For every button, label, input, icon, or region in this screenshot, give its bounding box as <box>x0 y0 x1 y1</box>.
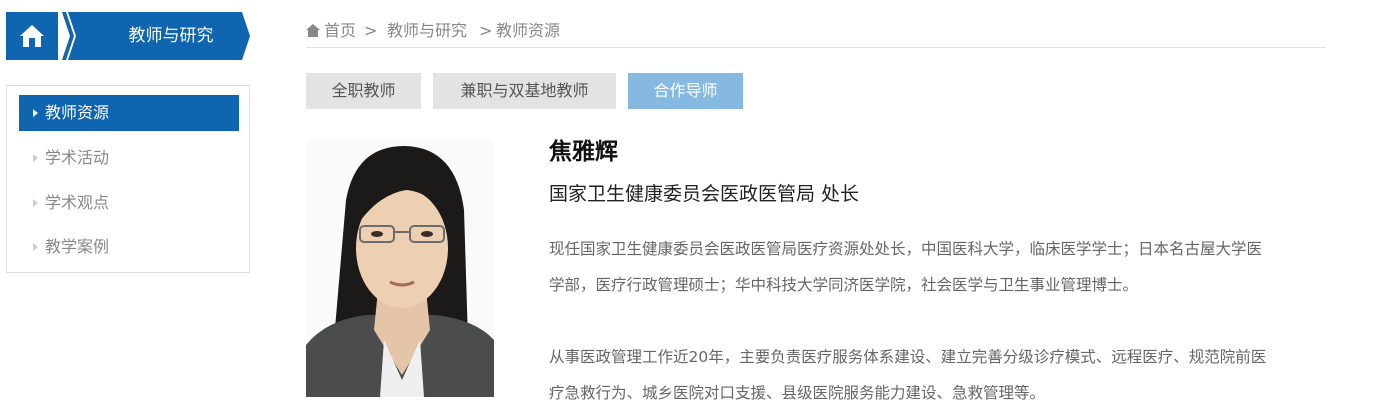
sidebar: 教师资源 学术活动 学术观点 教学案例 <box>6 85 250 273</box>
breadcrumb-current: 教师资源 <box>496 21 561 40</box>
profile-bio-line: 现任国家卫生健康委员会医政医管局医疗资源处处长，中国医科大学，临床医学学士；日本… <box>549 240 1263 258</box>
home-icon[interactable] <box>18 23 46 49</box>
profile-bio-line: 学部，医疗行政管理硕士；华中科技大学同济医学院，社会医学与卫生事业管理博士。 <box>549 276 1139 294</box>
home-icon <box>306 24 320 37</box>
sidebar-item-label: 学术观点 <box>45 193 110 212</box>
tab-full-time-teachers[interactable]: 全职教师 <box>306 73 421 109</box>
portrait-image <box>306 140 494 397</box>
profile-bio-line: 疗急救行为、城乡医院对口支援、县级医院服务能力建设、急救管理等。 <box>549 384 1046 402</box>
chevron-right-icon <box>33 154 38 162</box>
breadcrumb-separator: > <box>364 21 378 40</box>
section-title: 教师与研究 <box>128 26 214 46</box>
breadcrumb-separator: > <box>479 21 493 40</box>
breadcrumb: 首页 > 教师与研究 > 教师资源 <box>306 20 1326 48</box>
sidebar-item-label: 学术活动 <box>45 148 110 167</box>
profile-name: 焦雅辉 <box>549 139 618 165</box>
chevron-right-icon <box>33 109 38 117</box>
sidebar-item-label: 教师资源 <box>45 103 110 122</box>
sidebar-item-academic-activities[interactable]: 学术活动 <box>19 140 239 176</box>
tab-part-time-teachers[interactable]: 兼职与双基地教师 <box>433 73 616 109</box>
sidebar-item-teacher-resources[interactable]: 教师资源 <box>19 95 239 131</box>
tab-cooperative-supervisors[interactable]: 合作导师 <box>628 73 743 109</box>
chevron-right-icon <box>33 243 38 251</box>
sidebar-item-teaching-cases[interactable]: 教学案例 <box>19 229 239 265</box>
profile-photo <box>306 140 494 397</box>
breadcrumb-home-link[interactable]: 首页 <box>324 20 356 42</box>
breadcrumb-level1-link[interactable]: 教师与研究 <box>387 20 467 42</box>
profile-bio-line: 从事医政管理工作近20年，主要负责医疗服务体系建设、建立完善分级诊疗模式、远程医… <box>549 348 1267 366</box>
profile-title: 国家卫生健康委员会医政医管局 处长 <box>549 183 860 205</box>
sidebar-item-academic-views[interactable]: 学术观点 <box>19 185 239 221</box>
chevron-right-icon <box>33 199 38 207</box>
sidebar-item-label: 教学案例 <box>45 237 110 256</box>
section-header: 教师与研究 <box>6 12 250 60</box>
